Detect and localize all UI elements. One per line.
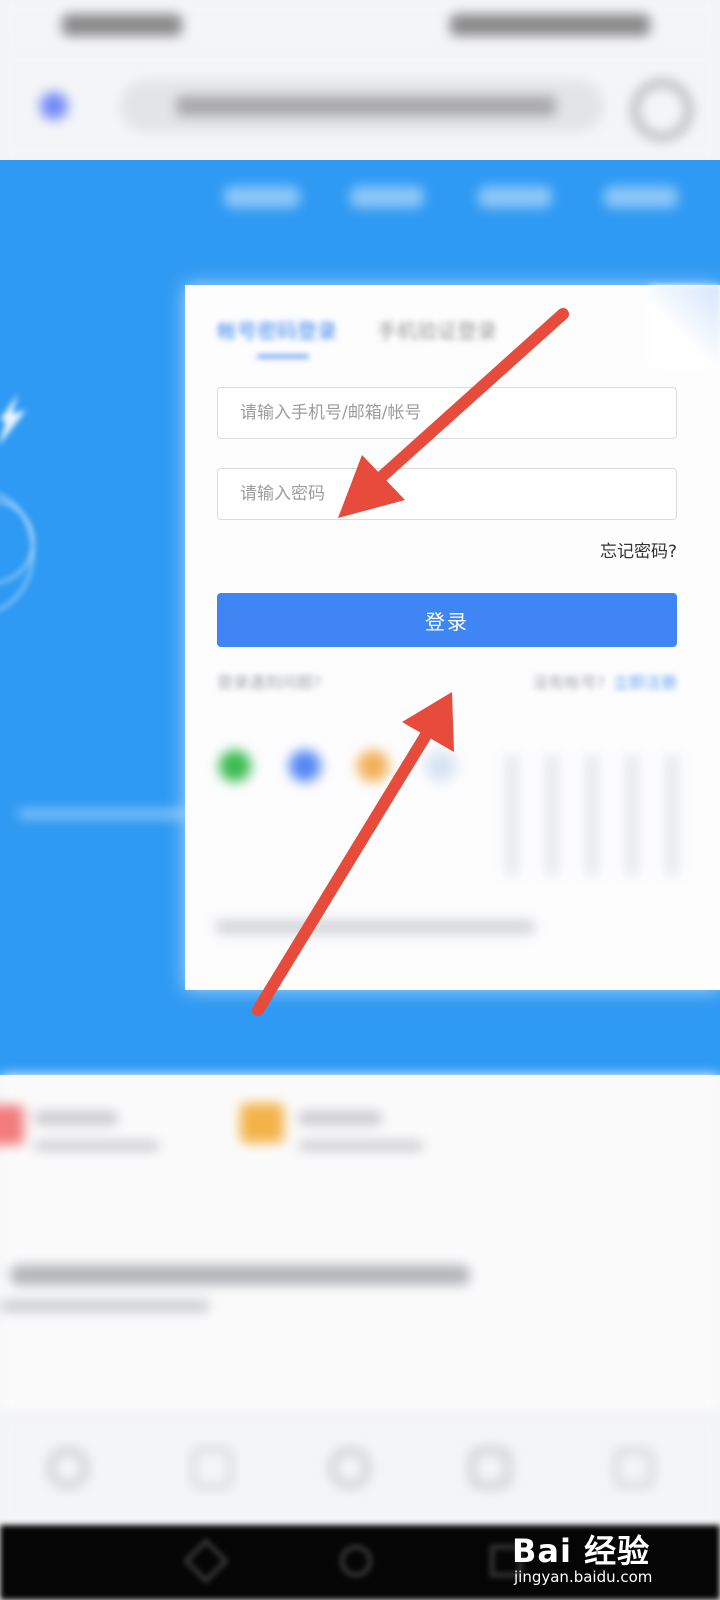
site-nav-item[interactable] bbox=[478, 186, 552, 208]
feature-icon bbox=[0, 1105, 24, 1145]
watermark-brand: Bai 经验 bbox=[512, 1532, 651, 1570]
tab-sms-login[interactable]: 手机验证登录 bbox=[377, 315, 497, 344]
feature-desc bbox=[34, 1141, 160, 1151]
login-card: 帐号密码登录 手机验证登录 忘记密码? 登录 登录遇到问题? 没有帐号? 立即注册 bbox=[185, 285, 720, 990]
menu-icon[interactable] bbox=[614, 1448, 654, 1488]
no-account-text: 没有帐号? bbox=[532, 673, 605, 692]
card-footer-text bbox=[215, 920, 535, 934]
baidu-jingyan-watermark: Bai 经验 jingyan.baidu.com bbox=[506, 1522, 696, 1588]
status-right-icons bbox=[450, 14, 650, 36]
password-field[interactable] bbox=[217, 468, 677, 520]
promo-subtext bbox=[0, 1300, 210, 1312]
page-lower-section bbox=[0, 1075, 720, 1415]
feature-title bbox=[34, 1111, 118, 1125]
qr-code-placeholder bbox=[505, 755, 695, 885]
account-field[interactable] bbox=[217, 387, 677, 439]
account-input[interactable] bbox=[218, 388, 676, 438]
site-nav-item[interactable] bbox=[604, 186, 678, 208]
password-input[interactable] bbox=[218, 469, 676, 519]
hero-illustration bbox=[0, 380, 50, 860]
watermark-site: jingyan.baidu.com bbox=[514, 1568, 653, 1586]
forward-icon[interactable] bbox=[192, 1448, 232, 1488]
login-button[interactable]: 登录 bbox=[217, 593, 677, 647]
wechat-icon[interactable] bbox=[219, 750, 251, 782]
forgot-password-link[interactable]: 忘记密码? bbox=[600, 537, 677, 562]
feature-desc bbox=[298, 1141, 424, 1151]
promo-text bbox=[10, 1265, 470, 1285]
browser-toolbar bbox=[0, 50, 720, 160]
qq-icon[interactable] bbox=[289, 750, 321, 782]
signal-icons bbox=[62, 14, 182, 36]
browser-logo-icon[interactable] bbox=[40, 92, 68, 120]
tab-password-login[interactable]: 帐号密码登录 bbox=[217, 315, 337, 344]
signup-link[interactable]: 立即注册 bbox=[613, 673, 677, 692]
site-nav-item[interactable] bbox=[350, 186, 424, 208]
url-text bbox=[176, 96, 556, 116]
site-nav-item[interactable] bbox=[224, 186, 300, 208]
site-nav bbox=[0, 180, 720, 220]
signup-row: 没有帐号? 立即注册 bbox=[532, 669, 677, 693]
status-bar bbox=[0, 0, 720, 50]
home-icon[interactable] bbox=[330, 1448, 370, 1488]
nav-back-icon[interactable] bbox=[183, 1538, 229, 1584]
active-tab-indicator bbox=[257, 355, 309, 358]
feature-icon bbox=[240, 1103, 284, 1143]
weibo-icon[interactable] bbox=[357, 750, 389, 782]
more-login-icon[interactable] bbox=[425, 750, 457, 782]
refresh-icon[interactable] bbox=[632, 80, 692, 140]
hero-caption bbox=[18, 810, 188, 818]
tabs-icon[interactable] bbox=[470, 1448, 510, 1488]
qr-login-corner[interactable] bbox=[650, 285, 720, 365]
back-icon[interactable] bbox=[48, 1448, 88, 1488]
nav-home-icon[interactable] bbox=[340, 1545, 372, 1577]
feature-title bbox=[298, 1111, 382, 1125]
browser-bottom-toolbar bbox=[0, 1415, 720, 1526]
login-problem-link[interactable]: 登录遇到问题? bbox=[217, 669, 322, 693]
url-bar[interactable] bbox=[120, 80, 604, 132]
lightning-icon bbox=[0, 394, 26, 444]
